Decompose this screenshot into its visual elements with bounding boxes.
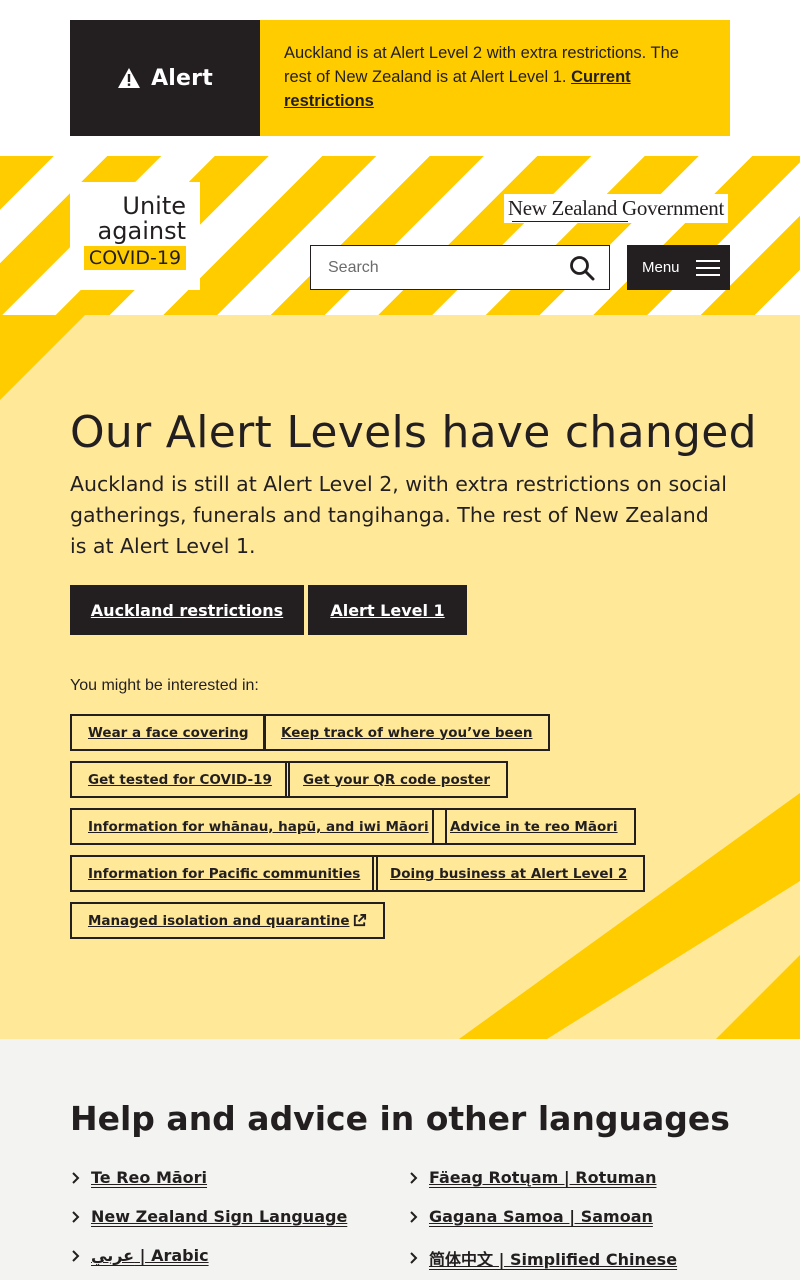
link-label: Get tested for COVID-19 (88, 771, 272, 788)
language-link-te-reo[interactable]: Te Reo Māori (70, 1168, 207, 1187)
menu-label: Menu (642, 259, 680, 276)
language-label: Te Reo Māori (91, 1168, 208, 1187)
language-label: عربي | Arabic (91, 1246, 209, 1265)
page-subtitle: Auckland is still at Alert Level 2, with… (70, 472, 727, 558)
hamburger-icon (695, 259, 720, 276)
alert-message-box: Auckland is at Alert Level 2 with extra … (260, 20, 730, 136)
menu-button[interactable]: Menu (627, 245, 730, 290)
link-label: Get your QR code poster (303, 771, 491, 788)
language-label: New Zealand Sign Language (91, 1207, 348, 1226)
alert-banner: Alert Auckland is at Alert Level 2 with … (70, 20, 730, 136)
qr-code-poster-link[interactable]: Get your QR code poster (285, 761, 509, 798)
managed-isolation-link[interactable]: Managed isolation and quarantine (70, 902, 386, 939)
external-link-icon (354, 913, 367, 927)
chevron-right-icon (72, 1171, 80, 1184)
link-label: Wear a face covering (88, 724, 249, 741)
languages-section: Help and advice in other languages Te Re… (0, 1039, 800, 1280)
page-title: Our Alert Levels have changed (70, 407, 757, 458)
get-tested-link[interactable]: Get tested for COVID-19 (70, 761, 290, 798)
chevron-right-icon (72, 1210, 80, 1223)
logo-line-covid: COVID-19 (84, 246, 186, 270)
language-link-samoan[interactable]: Gagana Samoa | Samoan (408, 1207, 653, 1226)
face-covering-link[interactable]: Wear a face covering (70, 714, 267, 751)
language-label: 简体中文 | Simplified Chinese (429, 1250, 678, 1269)
logo-line-against: against (97, 217, 186, 245)
alert-label-box: Alert (70, 20, 260, 136)
language-link-nzsl[interactable]: New Zealand Sign Language (70, 1207, 347, 1226)
doing-business-link[interactable]: Doing business at Alert Level 2 (372, 855, 646, 892)
logo-line-unite: Unite (122, 192, 186, 220)
chevron-right-icon (410, 1252, 418, 1264)
unite-against-covid-logo[interactable]: Unite against COVID-19 (70, 182, 200, 290)
nz-government-logo[interactable]: New Zealand Government (503, 194, 728, 223)
link-label: Doing business at Alert Level 2 (390, 865, 628, 882)
maori-info-link[interactable]: Information for whānau, hapū, and iwi Mā… (70, 808, 447, 845)
link-label: Keep track of where you’ve been (281, 724, 533, 741)
language-label: Gagana Samoa | Samoan (429, 1207, 653, 1226)
track-where-youve-been-link[interactable]: Keep track of where you’ve been (263, 714, 551, 751)
language-label: Fäeag Rotųam | Rotuman (429, 1168, 657, 1187)
te-reo-advice-link[interactable]: Advice in te reo Māori (432, 808, 636, 845)
link-label: Information for Pacific communities (88, 865, 361, 882)
language-link-simplified-chinese[interactable]: 简体中文 | Simplified Chinese (408, 1246, 677, 1270)
link-label: Managed isolation and quarantine (88, 912, 350, 929)
link-label: Information for whānau, hapū, and iwi Mā… (88, 818, 429, 835)
languages-title: Help and advice in other languages (70, 1099, 730, 1138)
search-box[interactable] (310, 245, 610, 290)
chevron-right-icon (72, 1249, 80, 1262)
link-label: Advice in te reo Māori (450, 818, 618, 835)
search-input[interactable] (328, 258, 558, 277)
language-link-arabic[interactable]: عربي | Arabic (70, 1246, 209, 1265)
auckland-restrictions-button[interactable]: Auckland restrictions (70, 585, 304, 635)
language-link-rotuman[interactable]: Fäeag Rotųam | Rotuman (408, 1168, 656, 1187)
chevron-right-icon (410, 1210, 418, 1223)
alert-title: Alert (151, 65, 213, 91)
interest-label: You might be interested in: (70, 677, 259, 694)
site-header: Unite against COVID-19 New Zealand Gover… (0, 156, 800, 315)
warning-triangle-icon (118, 68, 141, 88)
hero-section: Our Alert Levels have changed Auckland i… (0, 315, 800, 1039)
alert-level-1-button[interactable]: Alert Level 1 (308, 585, 467, 635)
chevron-right-icon (410, 1171, 418, 1184)
search-icon[interactable] (569, 255, 595, 281)
pacific-communities-link[interactable]: Information for Pacific communities (70, 855, 379, 892)
